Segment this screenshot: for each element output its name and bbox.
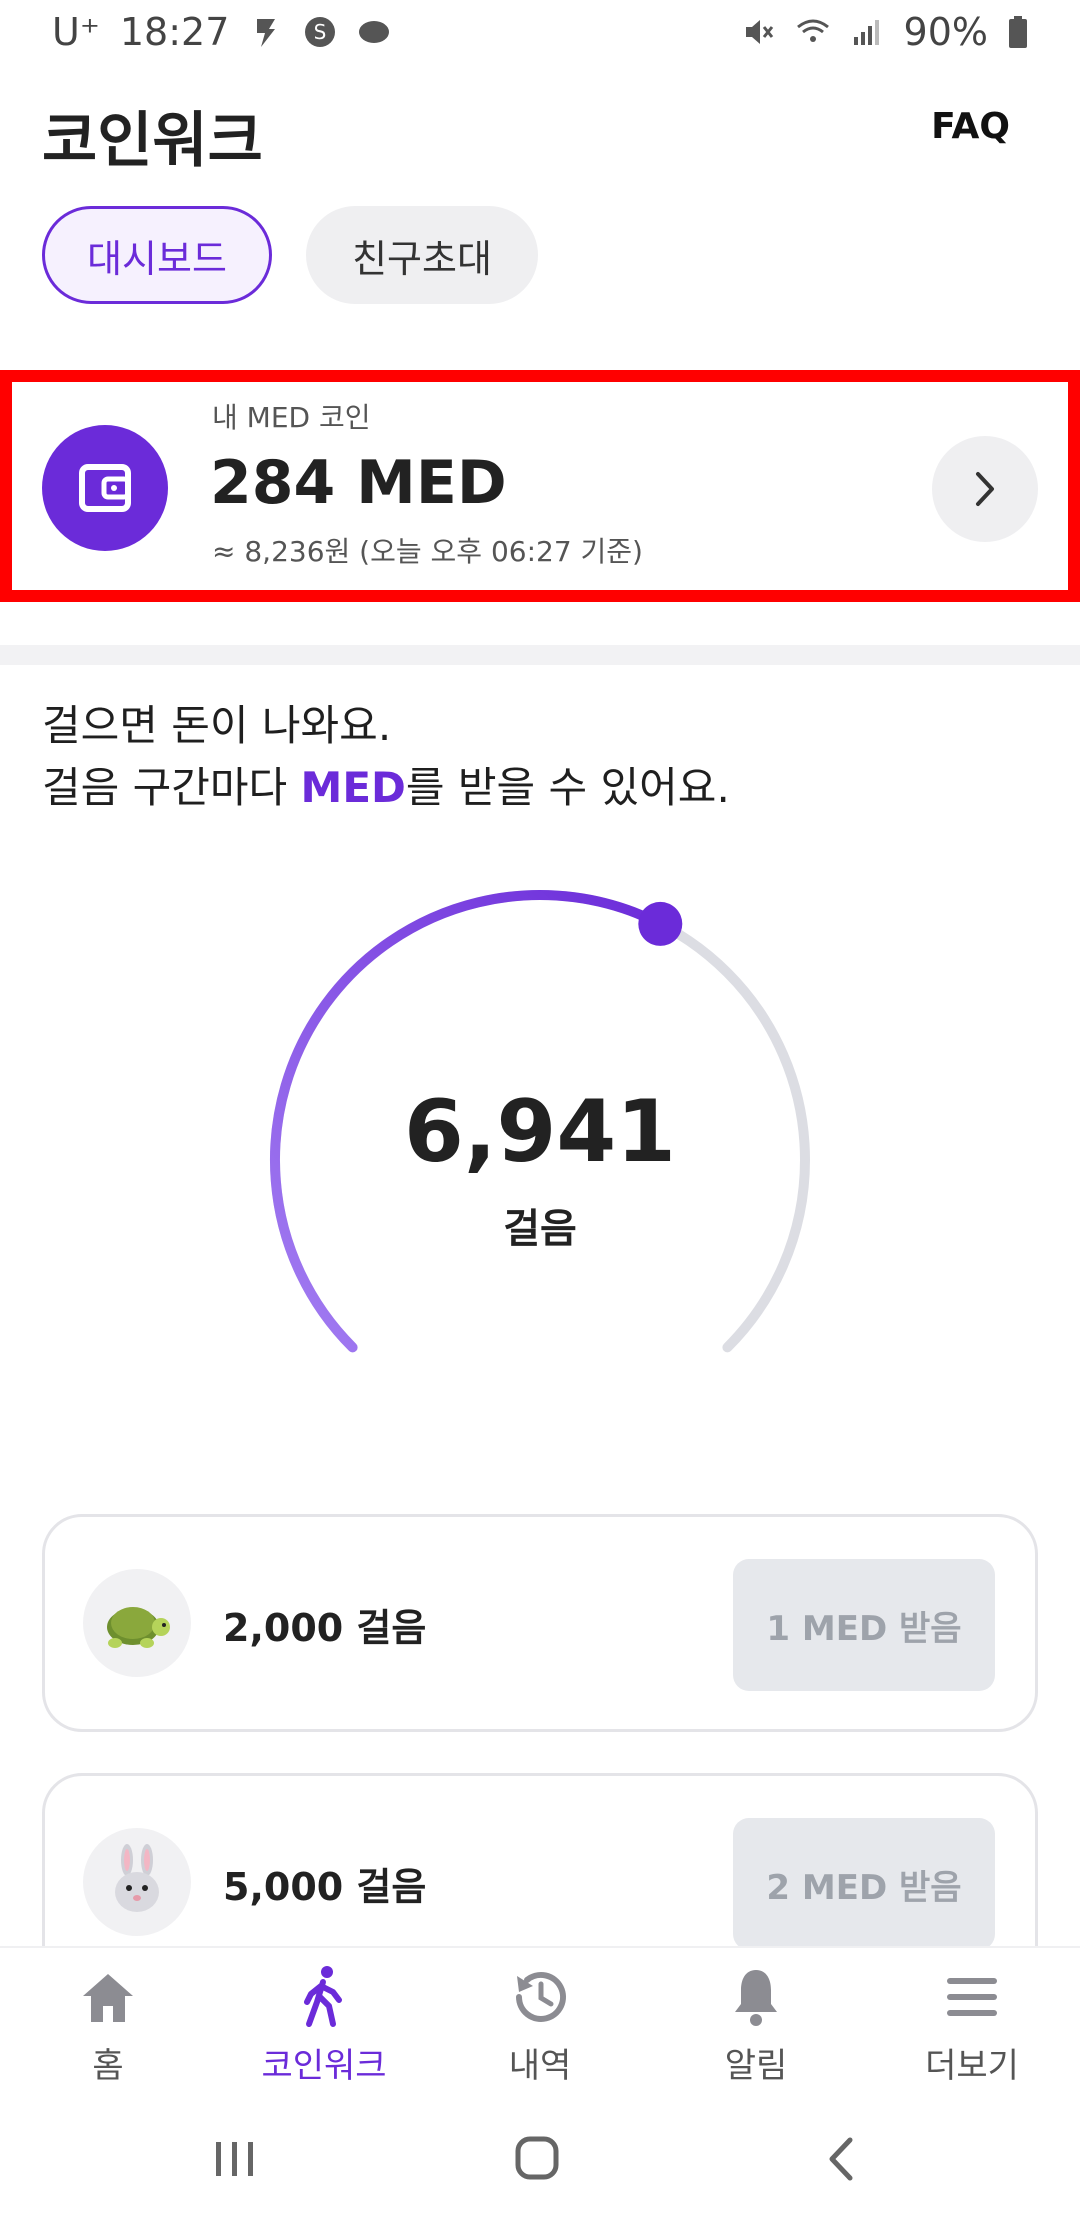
nav-item-more[interactable]: 더보기	[864, 1962, 1080, 2087]
tab-dashboard[interactable]: 대시보드	[42, 206, 272, 304]
menu-icon	[947, 1978, 997, 2016]
battery-percent: 90%	[903, 10, 988, 54]
headline-accent-med: MED	[300, 763, 406, 812]
mute-icon	[745, 20, 773, 44]
gauge-progress-knob	[638, 901, 683, 946]
history-icon	[516, 1971, 566, 2022]
home-button-icon[interactable]	[515, 2136, 559, 2180]
reward-steps: 5,000 걸음	[223, 1865, 427, 1909]
svg-text:S: S	[314, 20, 327, 44]
nav-item-coinwalk[interactable]: 코인워크	[216, 1962, 432, 2087]
walking-icon	[304, 1966, 342, 2027]
wifi-icon	[796, 19, 829, 42]
step-count-label: 걸음	[503, 1206, 577, 1252]
reward-claimed-button[interactable]: 1 MED 받음	[733, 1559, 995, 1691]
page-title: 코인워크	[42, 106, 263, 176]
turtle-icon	[83, 1569, 191, 1677]
reward-card-2000: 2,000 걸음 1 MED 받음	[42, 1514, 1038, 1732]
s-notification-icon: S	[305, 17, 336, 47]
headline-line2-pre: 걸음 구간마다	[42, 763, 301, 812]
status-left: U⁺ 18:27 S	[52, 10, 391, 54]
nav-label-home: 홈	[92, 2046, 124, 2086]
flag-notification-icon	[257, 19, 276, 47]
recent-apps-icon[interactable]	[216, 2142, 253, 2176]
carrier-label: U⁺	[52, 10, 100, 54]
coin-krw-estimate: ≈ 8,236원 (오늘 오후 06:27 기준)	[212, 535, 643, 568]
walk-headline: 걸으면 돈이 나와요. 걸음 구간마다 MED를 받을 수 있어요.	[42, 695, 730, 819]
nav-label-history: 내역	[508, 2046, 572, 2086]
nav-label-more: 더보기	[925, 2046, 1019, 2086]
system-navigation-bar	[0, 2106, 1080, 2220]
home-icon	[83, 1974, 133, 2022]
status-right: 90%	[742, 10, 1028, 54]
faq-link[interactable]: FAQ	[931, 106, 1010, 147]
chevron-right-icon	[976, 472, 994, 506]
rabbit-icon	[83, 1828, 191, 1936]
wallet-icon	[42, 425, 168, 551]
headline-line2: 걸음 구간마다 MED를 받을 수 있어요.	[42, 757, 730, 819]
reward-claimed-button[interactable]: 2 MED 받음	[733, 1818, 995, 1950]
nav-item-home[interactable]: 홈	[0, 1962, 216, 2087]
battery-icon	[1009, 16, 1027, 48]
coin-label: 내 MED 코인	[212, 401, 371, 434]
clock: 18:27	[119, 10, 230, 54]
nav-label-coinwalk: 코인워크	[261, 2046, 387, 2086]
leaf-notification-icon	[359, 21, 390, 43]
section-divider	[0, 645, 1080, 665]
coin-detail-button[interactable]	[932, 436, 1038, 542]
step-count: 6,941	[403, 1082, 677, 1182]
bell-icon	[735, 1970, 777, 2026]
bottom-navigation: 홈 코인워크 내역 알림 더보기	[0, 1946, 1080, 2108]
nav-item-alerts[interactable]: 알림	[648, 1962, 864, 2087]
headline-line2-post: 를 받을 수 있어요.	[405, 763, 730, 812]
coin-amount: 284 MED	[210, 448, 507, 518]
tab-invite-friends[interactable]: 친구초대	[306, 206, 538, 304]
signal-icon	[853, 20, 879, 45]
headline-line1: 걸으면 돈이 나와요.	[42, 701, 392, 750]
reward-steps: 2,000 걸음	[223, 1606, 427, 1650]
back-icon[interactable]	[829, 2137, 853, 2181]
nav-item-history[interactable]: 내역	[432, 1962, 648, 2087]
status-bar: U⁺ 18:27 S 90%	[0, 0, 1080, 70]
nav-label-alerts: 알림	[724, 2046, 788, 2086]
